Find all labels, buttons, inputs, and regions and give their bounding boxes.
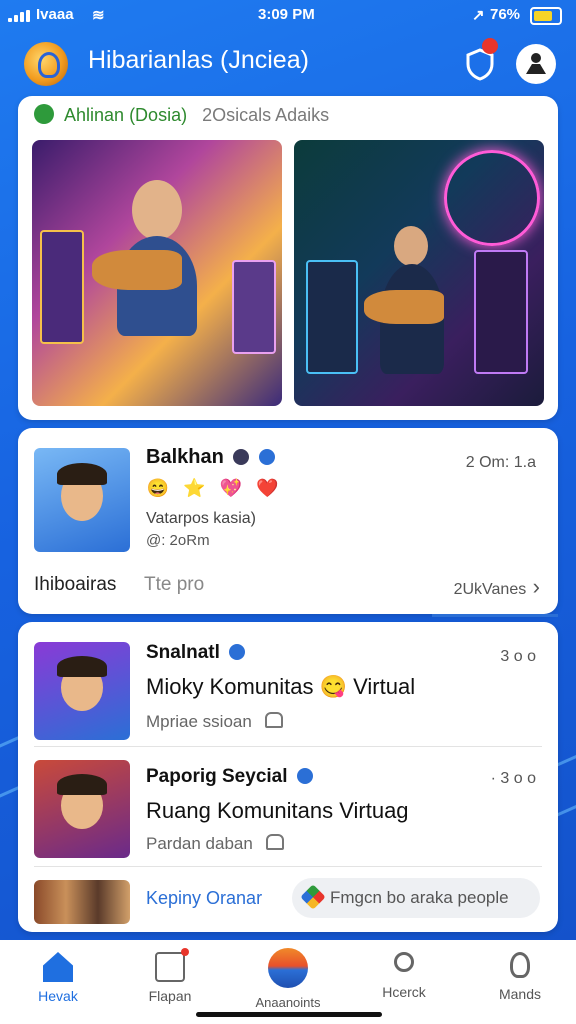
profile-name[interactable]: Balkhan [146, 446, 275, 469]
nav-post-label: Flapan [148, 988, 192, 1004]
guitar-icon [92, 250, 182, 290]
featured-card[interactable]: Ahlinan (Dosia) 2Osicals Adaiks [18, 96, 558, 420]
nav-home-label: Hevak [38, 988, 78, 1004]
page-title: Hibarianlas (Jnciea) [88, 46, 309, 74]
post-title[interactable]: Ruang Komunitans Virtuag [146, 798, 409, 824]
avatar[interactable] [34, 448, 130, 552]
more-options-icon[interactable]: 3 o o [500, 648, 536, 666]
suggestion-label: Fmgcn bo araka people [330, 888, 509, 907]
nav-profile-label: Mands [498, 986, 542, 1002]
media-image-arcade-stage[interactable] [294, 140, 544, 406]
nav-search[interactable]: Hcerck [354, 950, 454, 1000]
edit-icon [155, 948, 189, 982]
group-link[interactable]: Kepiny Oranar [146, 888, 262, 909]
group-thumbnail[interactable] [34, 880, 130, 924]
nav-post[interactable]: Flapan [120, 948, 220, 1004]
tab-indicator [432, 614, 558, 617]
like-icon[interactable] [264, 712, 283, 728]
verified-icon [258, 449, 275, 465]
more-options-icon[interactable]: · 3 o o [491, 770, 536, 788]
post-meta: Pardan daban [146, 834, 284, 854]
featured-tag[interactable]: Ahlinan (Dosia) [64, 105, 187, 125]
suggestion-pill[interactable]: Fmgcn bo araka people [292, 878, 540, 918]
featured-subtitle: 2Osicals Adaiks [202, 105, 330, 125]
view-more-link[interactable]: 2UkVanes › [454, 574, 540, 600]
badge-icon [233, 449, 250, 465]
status-bar: Ivaaa ≋ 3:09 PM ↗ 76% [0, 0, 576, 30]
musician-figure [394, 226, 428, 266]
profile-footer-label[interactable]: Ihiboairas [34, 574, 116, 596]
clock: 3:09 PM [258, 6, 315, 23]
nav-center[interactable]: Anaanoints [238, 948, 338, 1010]
home-icon [43, 952, 73, 982]
arcade-cabinet-icon [474, 250, 528, 374]
community-hub-icon [268, 948, 308, 988]
nav-home[interactable]: Hevak [8, 950, 108, 1004]
emoji-heart-icon[interactable]: ❤️ [253, 474, 281, 502]
nav-profile[interactable]: Mands [470, 950, 570, 1002]
post-author-label: Snalnatl [146, 642, 220, 663]
profile-card[interactable]: Balkhan 2 Om: 1.a 😄 ⭐ 💖 ❤️ Vatarpos kasi… [18, 428, 558, 614]
arcade-cabinet-icon [232, 260, 276, 354]
profile-icon[interactable] [516, 44, 556, 84]
battery-icon [530, 7, 562, 25]
battery-percent: 76% [490, 6, 521, 23]
neon-sign-icon [444, 150, 540, 246]
reaction-row: 😄 ⭐ 💖 ❤️ [144, 474, 285, 502]
post-meta-label: Pardan daban [146, 834, 253, 853]
nav-center-label: Anaanoints [255, 995, 321, 1010]
feed-card: Snalnatl 3 o o Mioky Komunitas 😋 Virtual… [18, 622, 558, 932]
notification-badge [482, 38, 498, 54]
suggestion-icon [300, 884, 326, 910]
location-icon: ↗ [472, 7, 485, 24]
signal-icon [8, 10, 32, 22]
emoji-star-icon[interactable]: ⭐ [180, 474, 208, 502]
profile-name-label: Balkhan [146, 446, 224, 468]
timestamp: 2 Om: 1.a [465, 454, 536, 471]
post-meta: Mpriae ssioan [146, 712, 283, 732]
guitarist-figure [132, 180, 182, 240]
guitar-icon [364, 290, 444, 324]
arcade-cabinet-icon [40, 230, 84, 344]
verified-icon [229, 644, 246, 660]
divider [34, 746, 542, 747]
wifi-icon: ≋ [92, 7, 105, 24]
profile-meta: @: 2oRm [146, 532, 210, 549]
divider [34, 866, 542, 867]
featured-header: Ahlinan (Dosia) 2Osicals Adaiks [34, 104, 329, 126]
carrier-label: Ivaaa [36, 6, 74, 23]
nav-search-label: Hcerck [382, 984, 426, 1000]
profile-footer-mid[interactable]: Tte pro [144, 574, 204, 596]
emoji-heart-eyes-icon[interactable]: 💖 [217, 474, 245, 502]
post-meta-label: Mpriae ssioan [146, 712, 252, 731]
community-icon [34, 104, 54, 124]
view-more-label: 2UkVanes [453, 581, 527, 598]
avatar[interactable] [34, 642, 130, 740]
avatar[interactable] [34, 760, 130, 858]
media-image-guitar-party[interactable] [32, 140, 282, 406]
chevron-right-icon: › [532, 574, 540, 599]
app-header: Hibarianlas (Jnciea) [0, 34, 576, 94]
like-icon[interactable] [265, 834, 284, 850]
post-author-label: Paporig Seycial [146, 766, 288, 787]
arcade-cabinet-icon [306, 260, 358, 374]
post-author[interactable]: Paporig Seycial [146, 766, 313, 788]
emoji-grin-icon[interactable]: 😄 [144, 474, 172, 502]
home-indicator [196, 1012, 382, 1017]
user-icon [510, 952, 530, 978]
profile-subtitle: Vatarpos kasia) [146, 510, 256, 527]
app-logo-icon [24, 42, 68, 86]
verified-icon [296, 768, 313, 784]
post-author[interactable]: Snalnatl [146, 642, 246, 664]
search-icon [394, 952, 414, 972]
post-title[interactable]: Mioky Komunitas 😋 Virtual [146, 674, 415, 700]
